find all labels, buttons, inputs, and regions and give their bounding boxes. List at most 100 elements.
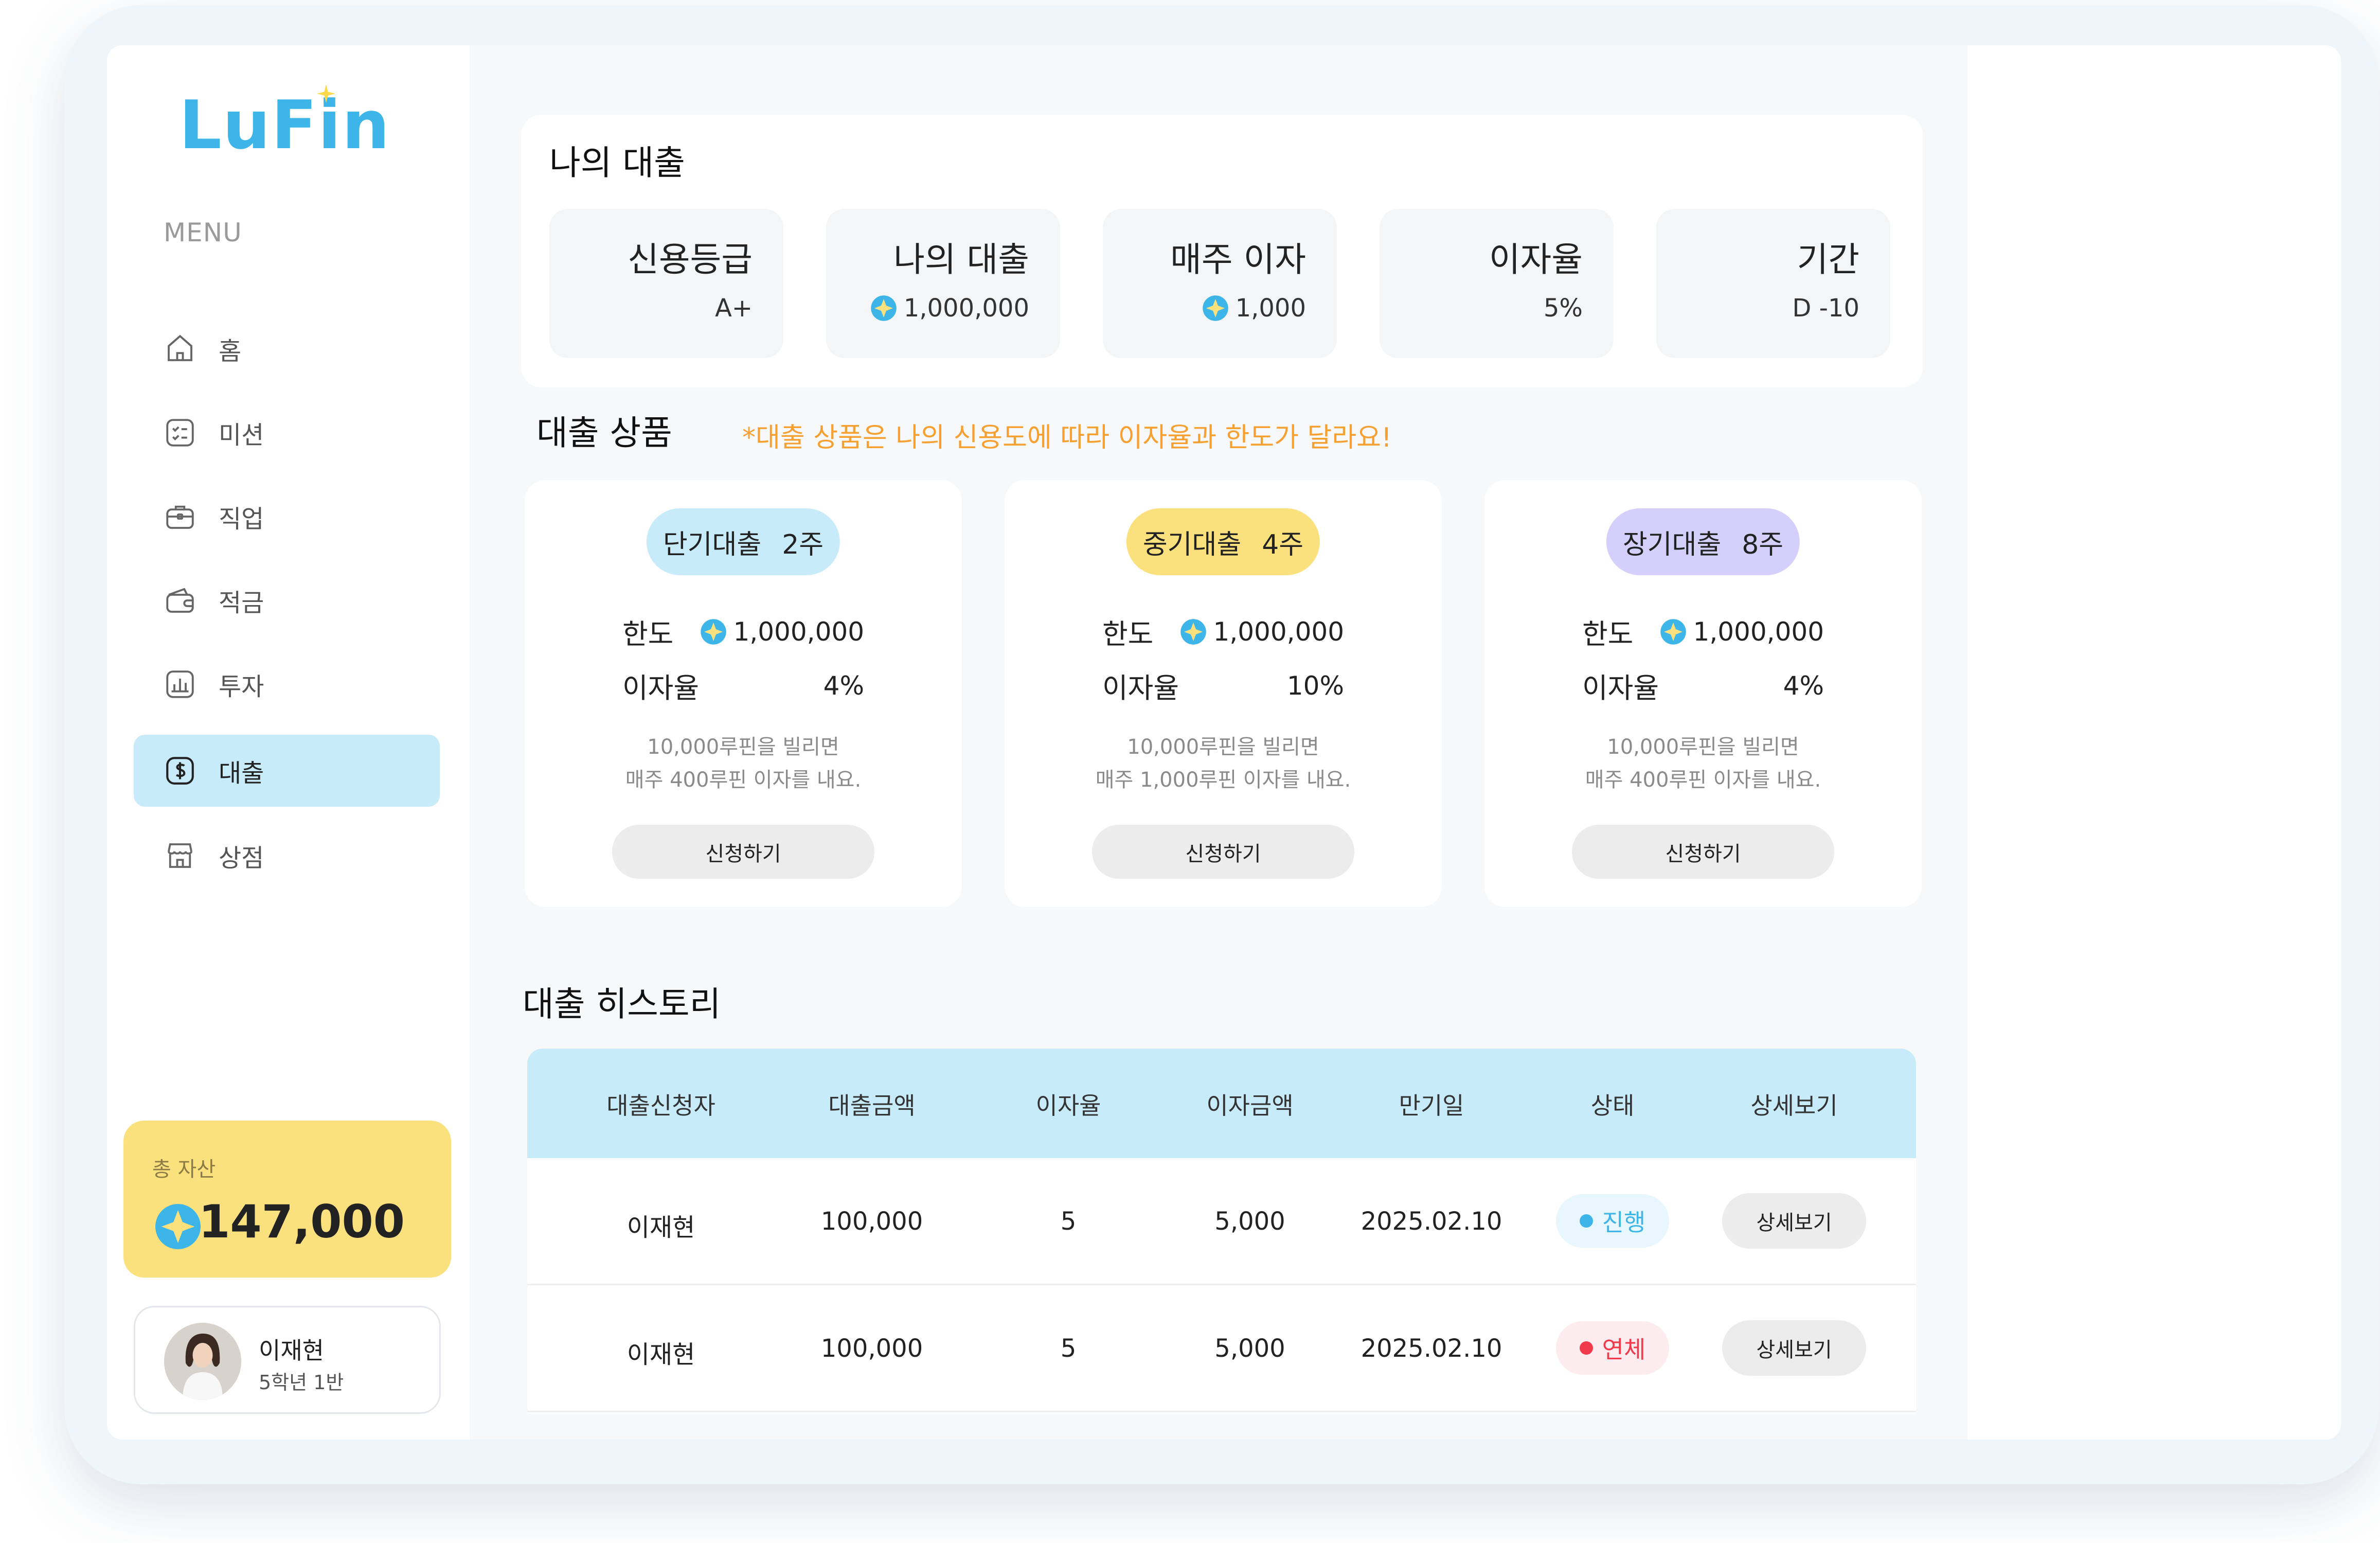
cell-amount: 100,000 bbox=[820, 1334, 923, 1363]
column-header: 만기일 bbox=[1399, 1092, 1464, 1120]
product-name: 중기대출 bbox=[1142, 529, 1242, 560]
limit-value: 1,000,000 bbox=[700, 617, 864, 647]
sidebar-item-loan[interactable]: 대출 bbox=[134, 735, 440, 807]
status-dot bbox=[1579, 1214, 1593, 1228]
status-badge: 진행 bbox=[1556, 1194, 1669, 1248]
product-rate-row: 이자율 10% bbox=[1102, 665, 1344, 706]
description-line: 10,000루핀을 빌리면 bbox=[1127, 735, 1319, 759]
coin-icon bbox=[1202, 295, 1228, 321]
product-rate-row: 이자율 4% bbox=[622, 665, 864, 706]
column-header: 대출신청자 bbox=[606, 1092, 715, 1120]
column-header: 상세보기 bbox=[1750, 1092, 1838, 1120]
product-badge: 단기대출 2주 bbox=[646, 508, 840, 575]
sidebar-item-savings[interactable]: 적금 bbox=[134, 564, 440, 636]
stat-card-my-loan: 나의 대출 1,000,000 bbox=[826, 209, 1060, 358]
table-row: 이재현 100,000 5 5,000 2025.02.10 진행 상세보기 bbox=[527, 1158, 1916, 1285]
product-name: 장기대출 bbox=[1622, 529, 1722, 560]
sidebar-item-label: 홈 bbox=[219, 337, 242, 366]
rate-value: 4% bbox=[1783, 670, 1824, 701]
detail-button[interactable]: 상세보기 bbox=[1722, 1193, 1866, 1249]
section-title-history: 대출 히스토리 bbox=[523, 984, 721, 1024]
stat-label: 나의 대출 bbox=[893, 240, 1029, 279]
logo[interactable]: LuFin bbox=[179, 84, 390, 158]
sparkle-icon bbox=[317, 84, 335, 103]
description-line: 매주 400루핀 이자를 내요. bbox=[1585, 768, 1821, 792]
stat-value: A+ bbox=[715, 294, 753, 323]
apply-button[interactable]: 신청하기 bbox=[1572, 825, 1834, 879]
sidebar-item-label: 직업 bbox=[219, 505, 264, 534]
profile-card[interactable]: 이재현 5학년 1반 bbox=[134, 1306, 441, 1414]
sidebar-item-label: 미션 bbox=[219, 421, 264, 450]
table-header: 대출신청자 대출금액 이자율 이자금액 만기일 상태 상세보기 bbox=[527, 1049, 1916, 1158]
coin-icon bbox=[870, 295, 897, 321]
cell-interest: 5,000 bbox=[1214, 1334, 1285, 1363]
cell-due-date: 2025.02.10 bbox=[1361, 1334, 1502, 1363]
product-weeks: 4주 bbox=[1262, 529, 1304, 560]
description-line: 매주 400루핀 이자를 내요. bbox=[625, 768, 862, 792]
sidebar-item-invest[interactable]: 투자 bbox=[134, 648, 440, 720]
rate-label: 이자율 bbox=[1582, 672, 1659, 704]
coin-icon bbox=[1660, 618, 1686, 645]
cell-due-date: 2025.02.10 bbox=[1361, 1207, 1502, 1236]
product-badge: 장기대출 8주 bbox=[1606, 508, 1800, 575]
limit-value: 1,000,000 bbox=[1179, 617, 1344, 647]
sidebar-item-label: 투자 bbox=[219, 672, 264, 701]
rate-label: 이자율 bbox=[1102, 672, 1179, 704]
table-row: 이재현 100,000 5 5,000 2025.02.10 연체 상세보기 bbox=[527, 1285, 1916, 1412]
description-line: 매주 1,000루핀 이자를 내요. bbox=[1095, 768, 1351, 792]
section-title-products: 대출 상품 bbox=[536, 413, 672, 453]
stat-value-text: 5% bbox=[1543, 294, 1583, 323]
asset-value: 147,000 bbox=[199, 1195, 405, 1248]
stat-card-credit: 신용등급 A+ bbox=[549, 209, 783, 358]
cell-applicant: 이재현 bbox=[627, 1340, 695, 1369]
column-header: 이자금액 bbox=[1206, 1092, 1294, 1120]
limit-value: 1,000,000 bbox=[1659, 617, 1824, 647]
rate-value: 4% bbox=[823, 670, 864, 701]
asset-title: 총 자산 bbox=[152, 1158, 216, 1181]
product-limit-row: 한도 1,000,000 bbox=[622, 611, 864, 652]
rate-value: 10% bbox=[1286, 670, 1344, 701]
column-header: 대출금액 bbox=[828, 1092, 916, 1120]
coin-icon bbox=[155, 1204, 201, 1249]
sidebar-item-home[interactable]: 홈 bbox=[134, 313, 440, 385]
limit-amount: 1,000,000 bbox=[1693, 616, 1824, 647]
stat-card-period: 기간 D -10 bbox=[1656, 209, 1890, 358]
column-header: 상태 bbox=[1590, 1092, 1635, 1120]
profile-name: 이재현 bbox=[259, 1337, 324, 1364]
profile-class: 5학년 1반 bbox=[259, 1371, 344, 1394]
rate-label: 이자율 bbox=[622, 672, 700, 704]
product-badge: 중기대출 4주 bbox=[1126, 508, 1320, 575]
stat-card-weekly-interest: 매주 이자 1,000 bbox=[1103, 209, 1337, 358]
limit-label: 한도 bbox=[622, 618, 674, 650]
product-weeks: 2주 bbox=[782, 529, 824, 560]
limit-amount: 1,000,000 bbox=[733, 616, 864, 647]
limit-label: 한도 bbox=[1102, 618, 1154, 650]
column-header: 이자율 bbox=[1035, 1092, 1101, 1120]
stat-card-interest-rate: 이자율 5% bbox=[1380, 209, 1614, 358]
sidebar-item-mission[interactable]: 미션 bbox=[134, 397, 440, 469]
limit-label: 한도 bbox=[1582, 618, 1634, 650]
dollar-icon bbox=[162, 753, 198, 789]
cell-rate: 5 bbox=[1060, 1334, 1077, 1363]
sidebar-item-label: 상점 bbox=[219, 844, 264, 873]
sidebar-item-store[interactable]: 상점 bbox=[134, 820, 440, 892]
description-line: 10,000루핀을 빌리면 bbox=[647, 735, 839, 759]
stat-value-text: D -10 bbox=[1792, 294, 1859, 323]
apply-button[interactable]: 신청하기 bbox=[612, 825, 874, 879]
status-badge: 연체 bbox=[1556, 1321, 1669, 1375]
menu-title: MENU bbox=[164, 218, 242, 247]
cell-interest: 5,000 bbox=[1214, 1207, 1285, 1236]
coin-icon bbox=[1180, 618, 1206, 645]
product-weeks: 8주 bbox=[1742, 529, 1784, 560]
stat-value-text: 1,000 bbox=[1235, 294, 1306, 323]
sidebar-item-label: 적금 bbox=[219, 589, 264, 617]
apply-button[interactable]: 신청하기 bbox=[1092, 825, 1354, 879]
product-name: 단기대출 bbox=[663, 529, 762, 560]
detail-button[interactable]: 상세보기 bbox=[1722, 1320, 1866, 1376]
sidebar-item-job[interactable]: 직업 bbox=[134, 481, 440, 553]
briefcase-icon bbox=[162, 499, 198, 535]
wallet-icon bbox=[162, 582, 198, 618]
stat-value: D -10 bbox=[1792, 294, 1859, 323]
avatar bbox=[164, 1323, 241, 1400]
product-description: 10,000루핀을 빌리면 매주 1,000루핀 이자를 내요. bbox=[1005, 731, 1442, 796]
